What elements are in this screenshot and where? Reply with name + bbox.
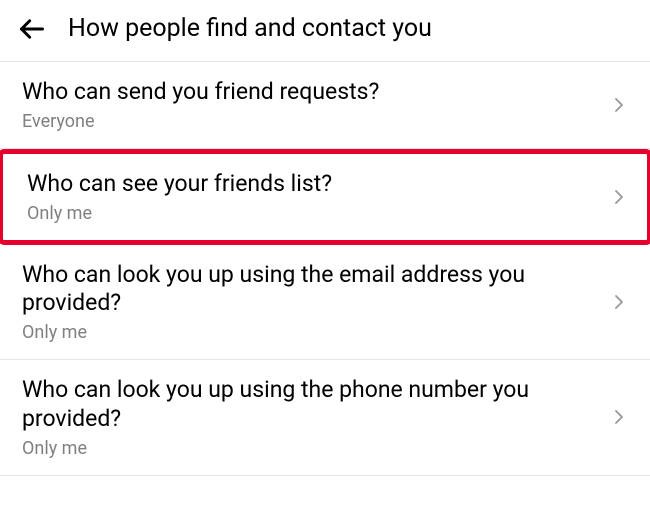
page-title: How people find and contact you [68, 14, 432, 43]
row-text: Who can look you up using the phone numb… [22, 376, 594, 459]
chevron-right-icon [610, 188, 628, 206]
settings-list: Who can send you friend requests? Everyo… [0, 62, 650, 476]
row-value: Only me [22, 438, 594, 459]
chevron-right-icon [610, 293, 628, 311]
row-value: Everyone [22, 111, 594, 132]
row-value: Only me [27, 203, 594, 224]
row-label: Who can look you up using the email addr… [22, 261, 594, 319]
row-label: Who can send you friend requests? [22, 78, 594, 107]
row-lookup-email[interactable]: Who can look you up using the email addr… [0, 245, 650, 361]
row-friends-list[interactable]: Who can see your friends list? Only me [0, 149, 650, 245]
row-lookup-phone[interactable]: Who can look you up using the phone numb… [0, 360, 650, 476]
row-friend-requests[interactable]: Who can send you friend requests? Everyo… [0, 62, 650, 149]
chevron-right-icon [610, 408, 628, 426]
row-text: Who can see your friends list? Only me [27, 170, 594, 224]
row-text: Who can look you up using the email addr… [22, 261, 594, 344]
row-label: Who can look you up using the phone numb… [22, 376, 594, 434]
chevron-right-icon [610, 96, 628, 114]
row-value: Only me [22, 322, 594, 343]
row-text: Who can send you friend requests? Everyo… [22, 78, 594, 132]
header-bar: How people find and contact you [0, 0, 650, 62]
back-arrow-icon[interactable] [18, 15, 46, 43]
row-label: Who can see your friends list? [27, 170, 594, 199]
